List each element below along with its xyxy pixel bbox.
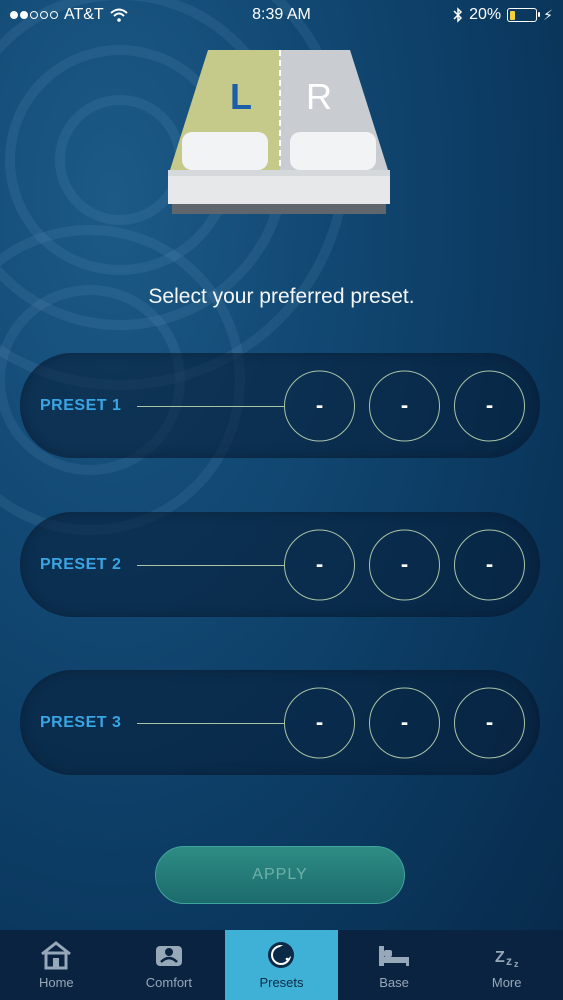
tab-more[interactable]: Z z z More [450, 930, 563, 1000]
battery-icon [507, 8, 541, 22]
preset-2-value-3-button[interactable]: - [454, 529, 525, 600]
tab-base[interactable]: Base [338, 930, 451, 1000]
preset-row-3: PRESET 3 - - - [20, 670, 540, 775]
preset-connector-line [137, 722, 284, 724]
tab-label: Base [379, 975, 409, 990]
preset-3-value-2-button[interactable]: - [369, 687, 440, 758]
bed-illustration [168, 50, 390, 214]
tab-bar: Home Comfort Presets Base Z z z More [0, 930, 563, 1000]
preset-2-value-2-button[interactable]: - [369, 529, 440, 600]
tab-label: More [491, 975, 522, 990]
preset-3-value-3-button[interactable]: - [454, 687, 525, 758]
tab-comfort[interactable]: Comfort [113, 930, 226, 1000]
bed-icon [379, 946, 410, 966]
preset-connector-line [137, 405, 284, 407]
status-bar: AT&T 8:39 AM 20% ⚡ [0, 0, 563, 30]
bed-side-selector: L R [160, 40, 400, 225]
moon-icon [268, 942, 295, 968]
home-icon [41, 941, 72, 970]
preset-row-1: PRESET 1 - - - [20, 353, 540, 458]
tab-label: Presets [259, 975, 304, 990]
zzz-icon: Z z z [495, 949, 519, 969]
comfort-icon [155, 946, 182, 966]
tab-label: Comfort [145, 975, 192, 990]
preset-3-value-1-button[interactable]: - [284, 687, 355, 758]
tab-label: Home [38, 975, 74, 990]
tab-home[interactable]: Home [0, 930, 113, 1000]
preset-2-value-1-button[interactable]: - [284, 529, 355, 600]
clock: 8:39 AM [252, 6, 311, 23]
preset-label: PRESET 2 [40, 555, 122, 573]
svg-text:z: z [514, 959, 519, 969]
bed-left-label: L [230, 76, 252, 117]
bed-right-label: R [306, 76, 332, 117]
preset-1-value-3-button[interactable]: - [454, 370, 525, 441]
preset-label: PRESET 1 [40, 396, 122, 414]
preset-connector-line [137, 564, 284, 566]
instruction-text: Select your preferred preset. [148, 285, 415, 308]
preset-1-value-2-button[interactable]: - [369, 370, 440, 441]
preset-row-2: PRESET 2 - - - [20, 512, 540, 617]
apply-button[interactable]: APPLY [155, 846, 405, 904]
preset-1-value-1-button[interactable]: - [284, 370, 355, 441]
battery-fill [509, 10, 515, 20]
tab-presets[interactable]: Presets [225, 930, 338, 1000]
svg-text:z: z [506, 954, 512, 968]
svg-text:Z: Z [495, 949, 505, 966]
preset-label: PRESET 3 [40, 713, 122, 731]
